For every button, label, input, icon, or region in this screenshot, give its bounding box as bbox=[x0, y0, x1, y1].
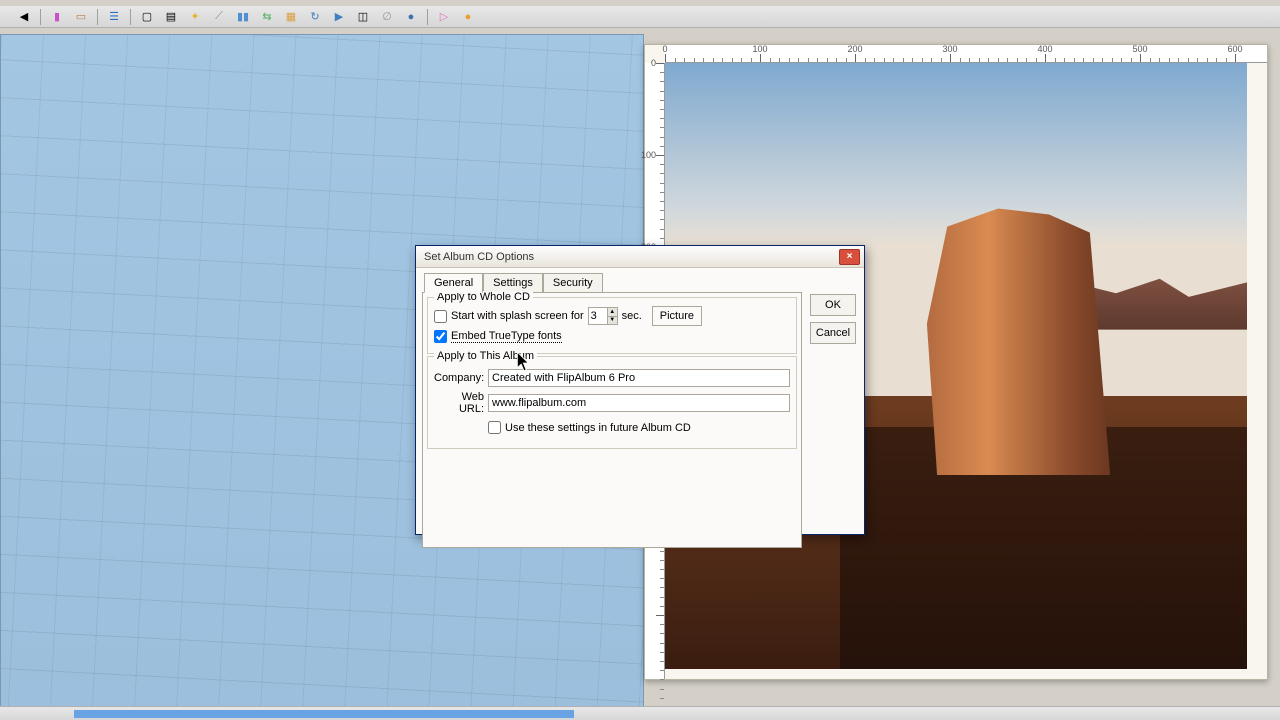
splash-checkbox[interactable] bbox=[434, 310, 447, 323]
play-icon[interactable]: ▶ bbox=[329, 8, 349, 26]
cancel-button[interactable]: Cancel bbox=[810, 322, 856, 344]
tab-panel-general: Apply to Whole CD Start with splash scre… bbox=[422, 292, 802, 548]
page-icon[interactable]: ▢ bbox=[137, 8, 157, 26]
dialog-title: Set Album CD Options bbox=[424, 251, 839, 263]
triangle-icon[interactable]: ▷ bbox=[434, 8, 454, 26]
splash-seconds-input[interactable] bbox=[589, 308, 607, 324]
picture-button[interactable]: Picture bbox=[652, 306, 702, 326]
group-apply-whole-cd: Apply to Whole CD Start with splash scre… bbox=[427, 297, 797, 354]
embed-fonts-checkbox[interactable] bbox=[434, 330, 447, 343]
use-future-label: Use these settings in future Album CD bbox=[505, 422, 691, 434]
status-progress bbox=[74, 710, 574, 718]
company-label: Company: bbox=[434, 372, 484, 384]
use-future-checkbox[interactable] bbox=[488, 421, 501, 434]
main-toolbar: ◀ ▮ ▭ ☰ ▢ ▤ ✦ ⟋ ▮▮ ⇆ ▦ ↻ ▶ ◫ ∅ ● ▷ ● bbox=[0, 6, 1280, 28]
globe-icon[interactable]: ● bbox=[401, 8, 421, 26]
group-this-album-legend: Apply to This Album bbox=[434, 350, 537, 362]
horizontal-ruler: 0100200300400500600 bbox=[665, 45, 1267, 63]
tab-general[interactable]: General bbox=[424, 273, 483, 293]
company-input[interactable] bbox=[488, 369, 790, 387]
set-album-cd-options-dialog: Set Album CD Options × General Settings … bbox=[415, 245, 865, 535]
left-arrow-icon[interactable]: ◀ bbox=[14, 8, 34, 26]
group-apply-this-album: Apply to This Album Company: Web URL: Us… bbox=[427, 356, 797, 449]
splash-label: Start with splash screen for bbox=[451, 310, 584, 322]
dialog-titlebar[interactable]: Set Album CD Options × bbox=[416, 246, 864, 268]
crop-icon[interactable]: ◫ bbox=[353, 8, 373, 26]
spinner-up-icon[interactable]: ▲ bbox=[607, 308, 617, 317]
link-icon[interactable]: ⇆ bbox=[257, 8, 277, 26]
null-icon[interactable]: ∅ bbox=[377, 8, 397, 26]
splash-unit: sec. bbox=[622, 310, 642, 322]
weburl-label: Web URL: bbox=[434, 391, 484, 415]
wand-icon[interactable]: ⟋ bbox=[209, 8, 229, 26]
embed-fonts-label: Embed TrueType fonts bbox=[451, 330, 562, 343]
pause-icon[interactable]: ▮▮ bbox=[233, 8, 253, 26]
record-icon[interactable]: ● bbox=[458, 8, 478, 26]
dialog-tabs: General Settings Security bbox=[424, 272, 858, 292]
weburl-input[interactable] bbox=[488, 394, 790, 412]
close-button[interactable]: × bbox=[839, 249, 860, 265]
open-book-icon[interactable]: ▭ bbox=[71, 8, 91, 26]
tab-security[interactable]: Security bbox=[543, 273, 603, 293]
ok-button[interactable]: OK bbox=[810, 294, 856, 316]
insert-icon[interactable]: ▤ bbox=[161, 8, 181, 26]
spinner-down-icon[interactable]: ▼ bbox=[607, 317, 617, 325]
bookmark-icon[interactable]: ▮ bbox=[47, 8, 67, 26]
splash-seconds-spinner[interactable]: ▲▼ bbox=[588, 307, 618, 325]
grid-icon[interactable]: ▦ bbox=[281, 8, 301, 26]
star-icon[interactable]: ✦ bbox=[185, 8, 205, 26]
tab-settings[interactable]: Settings bbox=[483, 273, 543, 293]
status-bar bbox=[0, 706, 1280, 720]
align-icon[interactable]: ☰ bbox=[104, 8, 124, 26]
refresh-icon[interactable]: ↻ bbox=[305, 8, 325, 26]
